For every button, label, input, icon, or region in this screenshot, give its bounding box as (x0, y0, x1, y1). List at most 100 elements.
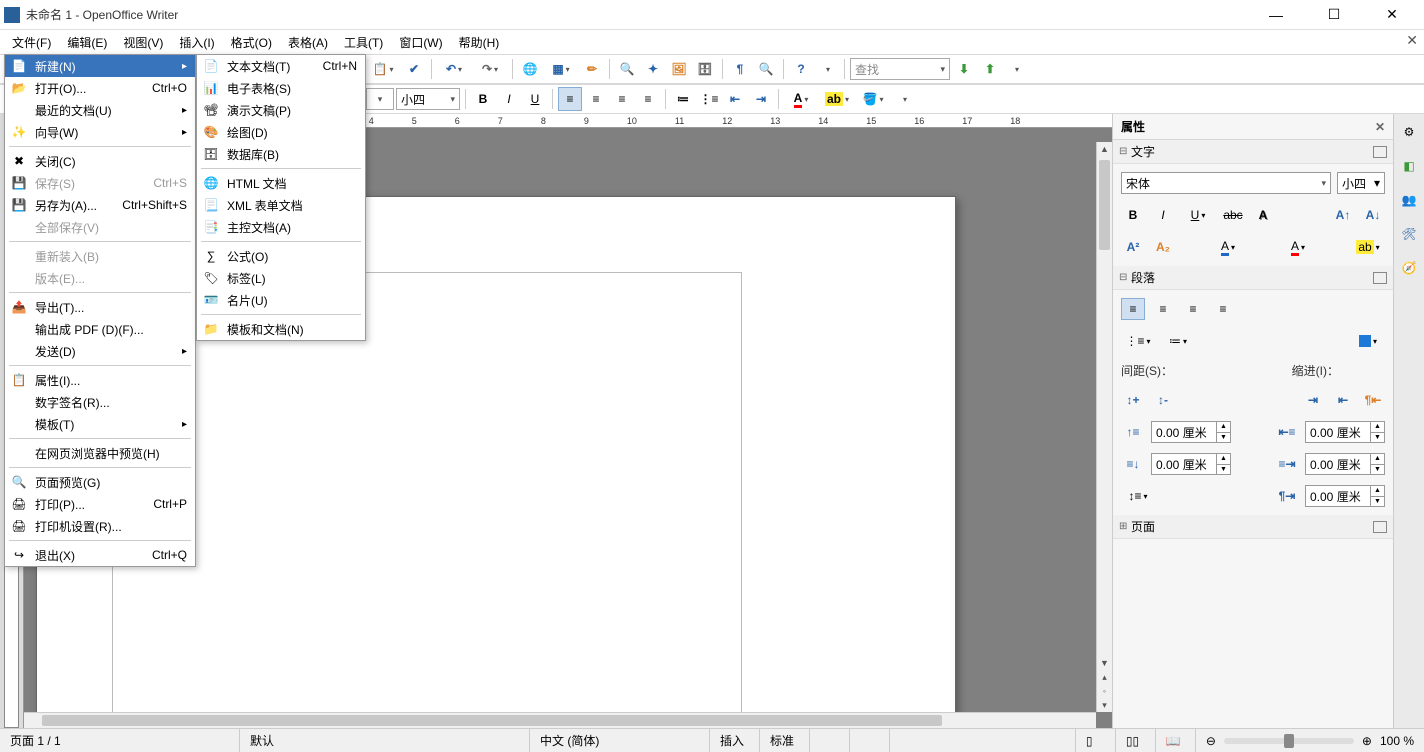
hyperlink-button[interactable]: 🌐 (518, 57, 542, 81)
section-options-icon[interactable] (1373, 146, 1387, 158)
file-menu-item[interactable]: 📄新建(N)▸ (5, 55, 195, 77)
sidebar-superscript-button[interactable]: A² (1121, 236, 1145, 258)
scroll-up-icon[interactable]: ▲ (1097, 142, 1112, 156)
file-menu-item[interactable]: 📤导出(T)... (5, 296, 195, 318)
status-page[interactable]: 页面 1 / 1 (0, 729, 240, 752)
menu-edit[interactable]: 编辑(E) (59, 31, 115, 54)
sidebar-subscript-button[interactable]: A₂ (1151, 236, 1175, 258)
indent-left-input[interactable]: 0.00 厘米▲▼ (1305, 421, 1385, 443)
menu-insert[interactable]: 插入(I) (171, 31, 222, 54)
zoom-slider[interactable] (1224, 738, 1354, 744)
new-submenu-item[interactable]: 📑主控文档(A) (197, 216, 365, 238)
file-menu-item[interactable]: ✨向导(W)▸ (5, 121, 195, 143)
sidebar-bold-button[interactable]: B (1121, 204, 1145, 226)
tab-styles-icon[interactable]: ◧ (1397, 154, 1421, 178)
section-text-header[interactable]: ⊟ 文字 (1113, 140, 1393, 164)
file-menu-item[interactable]: 🖨打印机设置(R)... (5, 515, 195, 537)
new-submenu-item[interactable]: 📽演示文稿(P) (197, 99, 365, 121)
decrease-indent-button[interactable]: ⇤ (723, 87, 747, 111)
para-align-justify[interactable]: ≡ (1211, 298, 1235, 320)
new-submenu-item[interactable]: 📁模板和文档(N) (197, 318, 365, 340)
datasources-button[interactable]: 🗄 (693, 57, 717, 81)
increase-indent-btn[interactable]: ⇥ (1301, 389, 1325, 411)
file-menu-item[interactable]: 💾另存为(A)...Ctrl+Shift+S (5, 194, 195, 216)
zoom-value[interactable]: 100 % (1380, 734, 1414, 748)
zoom-out-icon[interactable]: ⊖ (1206, 734, 1216, 748)
menu-format[interactable]: 格式(O) (223, 31, 280, 54)
new-submenu-item[interactable]: 🏷标签(L) (197, 267, 365, 289)
align-justify-button[interactable]: ≡ (636, 87, 660, 111)
find-replace-button[interactable]: 🔍 (615, 57, 639, 81)
expand-icon[interactable]: ⊞ (1119, 521, 1131, 532)
file-menu-item[interactable]: 📂打开(O)...Ctrl+O (5, 77, 195, 99)
para-bgcolor-drop[interactable]: ▾ (1351, 330, 1385, 352)
background-color-button[interactable]: 🪣▾ (856, 87, 890, 111)
file-menu-item[interactable]: 输出成 PDF (D)(F)... (5, 318, 195, 340)
tab-functions-icon[interactable]: 🧭 (1397, 256, 1421, 280)
status-viewlayout[interactable]: ▯ (1076, 729, 1116, 752)
paste-button[interactable]: 📋▾ (366, 57, 400, 81)
firstline-indent-input[interactable]: 0.00 厘米▲▼ (1305, 485, 1385, 507)
tab-navigator-icon[interactable]: 🛠 (1397, 222, 1421, 246)
font-color-button[interactable]: A▾ (784, 87, 818, 111)
zoom-control[interactable]: ⊖ ⊕ 100 % (1196, 729, 1424, 752)
file-menu-item[interactable]: ↪退出(X)Ctrl+Q (5, 544, 195, 566)
style-dropdown-arrow[interactable]: ▾ (366, 88, 394, 110)
zoom-button[interactable]: 🔍 (754, 57, 778, 81)
increase-spacing-button[interactable]: ↕+ (1121, 389, 1145, 411)
section-paragraph-header[interactable]: ⊟ 段落 (1113, 266, 1393, 290)
find-combo[interactable]: 查找 ▾ (850, 58, 950, 80)
para-align-right[interactable]: ≡ (1181, 298, 1205, 320)
new-submenu-item[interactable]: ∑公式(O) (197, 245, 365, 267)
navigator-button[interactable]: ✦ (641, 57, 665, 81)
align-right-button[interactable]: ≡ (610, 87, 634, 111)
increase-indent-button[interactable]: ⇥ (749, 87, 773, 111)
nav-browse-icon[interactable]: ◦ (1097, 684, 1112, 698)
status-style[interactable]: 默认 (240, 729, 530, 752)
collapse-icon[interactable]: ⊟ (1119, 272, 1131, 283)
file-menu-item[interactable]: 数字签名(R)... (5, 391, 195, 413)
highlight-button[interactable]: ab▾ (820, 87, 854, 111)
menu-window[interactable]: 窗口(W) (391, 31, 450, 54)
status-selmode[interactable]: 标准 (760, 729, 810, 752)
para-bullets-drop[interactable]: ⋮≡▾ (1121, 330, 1155, 352)
sidebar-fontcolor2-drop[interactable]: A▾ (1281, 236, 1315, 258)
format-paintbrush-button[interactable]: ✔ (402, 57, 426, 81)
toolbar-options[interactable]: ▾ (815, 57, 839, 81)
status-signature[interactable] (850, 729, 890, 752)
show-draw-button[interactable]: ✏ (580, 57, 604, 81)
tab-properties-icon[interactable]: ⚙ (1397, 120, 1421, 144)
undo-button[interactable]: ↶▾ (437, 57, 471, 81)
bold-button[interactable]: B (471, 87, 495, 111)
menu-tools[interactable]: 工具(T) (336, 31, 391, 54)
new-submenu-item[interactable]: 🪪名片(U) (197, 289, 365, 311)
maximize-button[interactable]: ☐ (1314, 1, 1354, 29)
indent-right-input[interactable]: 0.00 厘米▲▼ (1305, 453, 1385, 475)
align-left-button[interactable]: ≡ (558, 87, 582, 111)
nonprinting-button[interactable]: ¶ (728, 57, 752, 81)
para-align-center[interactable]: ≡ (1151, 298, 1175, 320)
zoom-in-icon[interactable]: ⊕ (1362, 734, 1372, 748)
space-below-input[interactable]: 0.00 厘米▲▼ (1151, 453, 1231, 475)
new-submenu-item[interactable]: 🎨绘图(D) (197, 121, 365, 143)
sidebar-shadow-button[interactable]: A (1251, 204, 1275, 226)
find-prev-button[interactable]: ⬆ (978, 57, 1002, 81)
section-page-header[interactable]: ⊞ 页面 (1113, 515, 1393, 539)
underline-button[interactable]: U (523, 87, 547, 111)
redo-button[interactable]: ↷▾ (473, 57, 507, 81)
collapse-icon[interactable]: ⊟ (1119, 146, 1131, 157)
sidebar-underline-button[interactable]: U▾ (1181, 204, 1215, 226)
sidebar-shrink-font-button[interactable]: A↓ (1361, 204, 1385, 226)
menu-help[interactable]: 帮助(H) (451, 31, 508, 54)
new-submenu-item[interactable]: 🗄数据库(B) (197, 143, 365, 165)
horizontal-scrollbar[interactable] (24, 712, 1096, 728)
para-align-left[interactable]: ≡ (1121, 298, 1145, 320)
next-page-icon[interactable]: ▾ (1097, 698, 1112, 712)
tab-gallery-icon[interactable]: 👥 (1397, 188, 1421, 212)
table-button[interactable]: ▦▾ (544, 57, 578, 81)
file-menu-item[interactable]: 发送(D)▸ (5, 340, 195, 362)
find-next-button[interactable]: ⬇ (952, 57, 976, 81)
font-size-select[interactable]: 小四 ▾ (396, 88, 460, 110)
toolbar2-options[interactable]: ▾ (892, 87, 916, 111)
file-menu-item[interactable]: 模板(T)▸ (5, 413, 195, 435)
